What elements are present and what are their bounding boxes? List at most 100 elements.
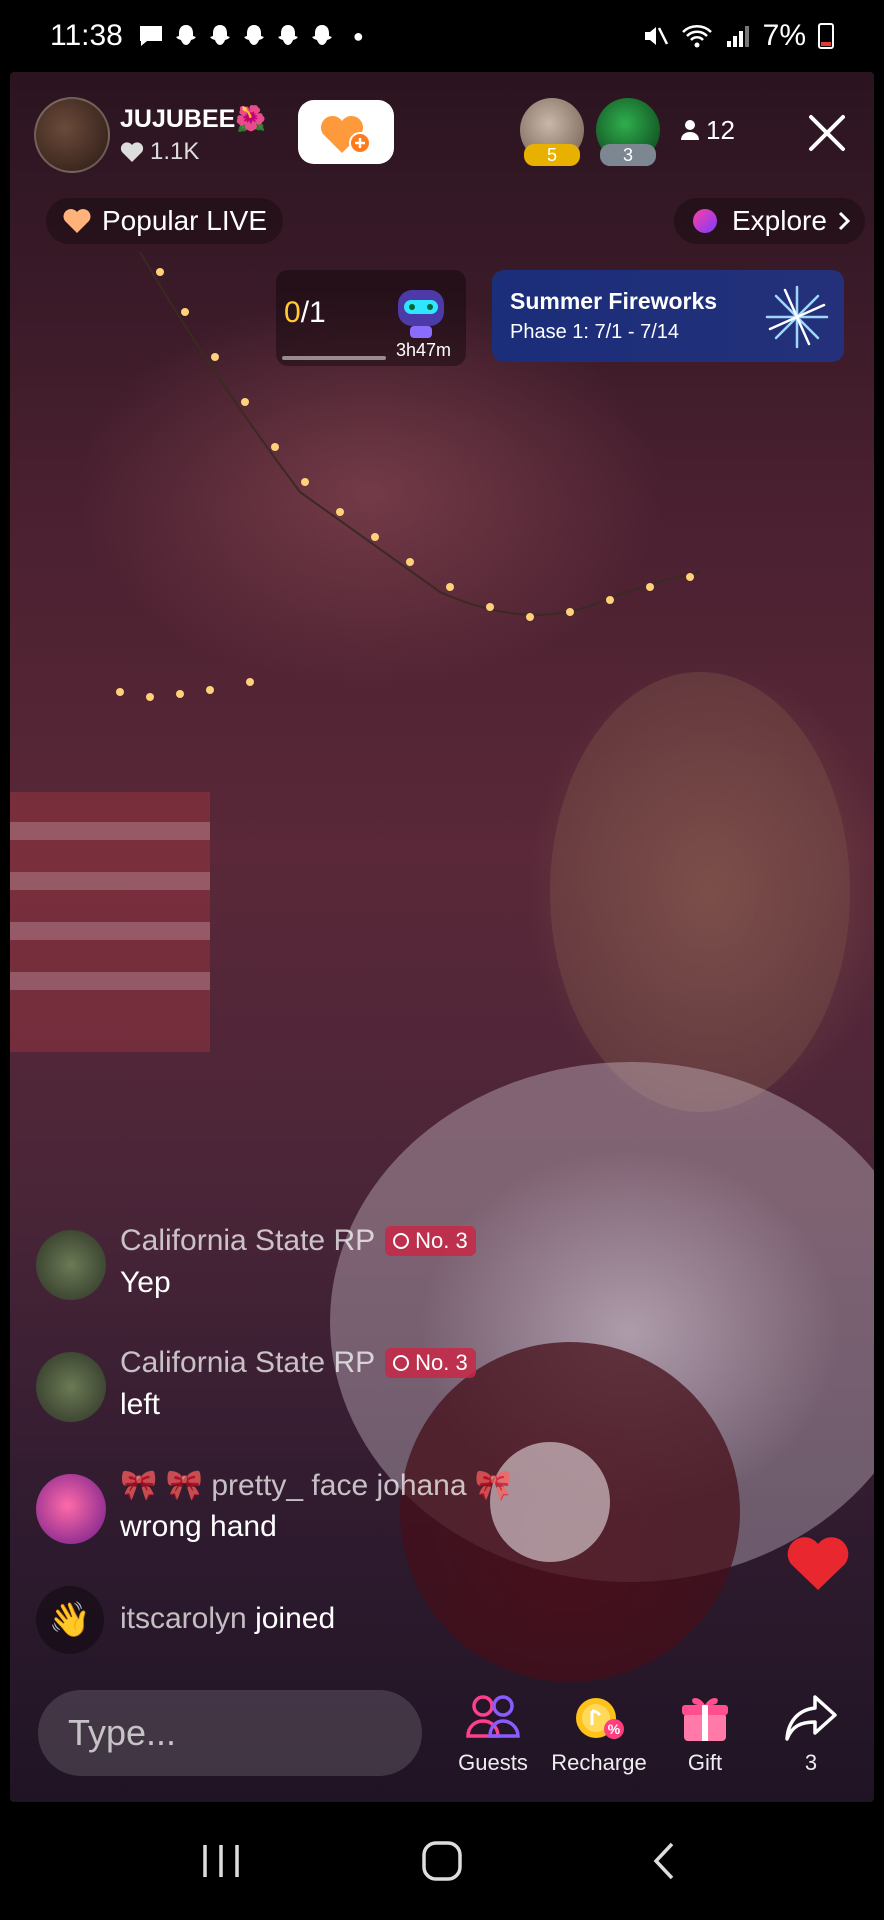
gift-button[interactable]: Gift [652,1690,758,1776]
guests-button[interactable]: Guests [440,1690,546,1776]
comment-username[interactable]: California State RP [120,1224,375,1258]
viewer-count-number: 12 [706,114,735,145]
host-likes-count: 1.1K [150,137,200,165]
host-name: JUJUBEE [120,104,236,133]
snapchat-icon [311,25,332,45]
comment-text: wrong hand [120,1510,277,1543]
chat-icon [139,26,162,46]
more-notifications-dot: ● [352,25,364,46]
host-info[interactable]: JUJUBEE🌺 1.1K [34,94,266,176]
close-icon [809,115,845,151]
heart-icon [120,141,144,162]
host-name-emoji: 🌺 [235,104,267,133]
comment-user-row: California State RP No. 3 [120,1224,476,1258]
popular-live-button[interactable]: Popular LIVE [46,198,283,244]
gift-label: Gift [687,1750,723,1775]
comment-username[interactable]: 🎀 🎀 pretty_ face johana 🎀 [120,1468,512,1503]
recharge-button[interactable]: % Recharge [546,1690,652,1776]
home-icon [422,1841,462,1881]
back-chevron-icon [653,1842,674,1880]
joined-label: joined [255,1602,336,1635]
rank-medal-icon [393,1355,410,1371]
robot-mascot-icon [398,290,444,338]
planet-icon [693,209,717,233]
quest-progress: 0/1 [284,296,326,330]
share-count: 3 [804,1750,818,1775]
battery-icon [818,23,834,49]
wifi-icon [681,25,712,48]
explore-button[interactable]: Explore [674,198,865,244]
snapchat-icon [175,25,196,45]
rank-badge-text: No. 3 [415,1350,468,1375]
follow-heart-plus-icon [320,115,371,154]
share-button[interactable]: 3 [758,1690,864,1776]
comment-username[interactable]: California State RP [120,1346,375,1380]
comment-text: left [120,1388,161,1421]
recent-apps-button[interactable] [181,1821,261,1901]
gift-icon [682,1698,728,1741]
coin-icon: % [576,1698,624,1739]
quest-progress-total: /1 [300,296,326,329]
system-nav-bar [0,1802,884,1920]
signal-icon [726,26,749,47]
quest-progress-bar [282,356,386,360]
floating-heart-icon [787,1537,849,1590]
summer-fireworks-banner[interactable]: Summer Fireworks Phase 1: 7/1 - 7/14 [492,270,844,362]
rank-badge: No. 3 [385,1348,476,1378]
status-time: 11:38 [50,19,123,52]
follow-button[interactable] [298,100,394,164]
chevron-right-icon [838,211,851,231]
snapchat-icon [277,25,298,45]
comment-item[interactable]: California State RP No. 3 left [36,1338,596,1460]
top-viewer-1[interactable]: 5 [520,98,584,166]
host-name-row: JUJUBEE🌺 [120,105,266,134]
comment-input-placeholder: Type... [68,1712,177,1753]
join-text-row: itscarolyn joined [120,1602,335,1636]
rank-badge: No. 3 [385,1226,476,1256]
wave-hand-icon: 👋 [36,1586,104,1654]
rank-medal-icon [393,1233,410,1249]
notification-icons: ● [137,23,364,49]
comment-user-row: 🎀 🎀 pretty_ face johana 🎀 [120,1468,512,1503]
recent-apps-icon [202,1845,239,1877]
comment-item[interactable]: 🎀 🎀 pretty_ face johana 🎀 wrong hand [36,1460,596,1582]
guests-label: Guests [458,1750,528,1775]
recharge-label: Recharge [551,1750,647,1775]
guests-icon [466,1695,520,1738]
fireworks-icon [765,285,829,349]
commenter-avatar[interactable] [36,1352,106,1422]
comment-text: Yep [120,1266,171,1299]
quest-progress-done: 0 [284,296,301,329]
commenter-avatar[interactable] [36,1474,106,1544]
join-notice: 👋 itscarolyn joined [36,1586,596,1656]
bottom-action-bar: Guests % Recharge Gift 3 [440,1690,864,1776]
host-avatar[interactable] [34,97,110,173]
top-viewer-2[interactable]: 3 [596,98,660,166]
status-bar: 11:38 ● 7% [0,0,884,72]
share-arrow-icon [785,1695,837,1741]
daily-quest-widget[interactable]: 0/1 3h47m [276,270,466,366]
snapchat-icon [243,25,264,45]
snapchat-icon [209,25,230,45]
joined-username[interactable]: itscarolyn [120,1602,247,1635]
home-button[interactable] [402,1821,482,1901]
top-viewer-1-rank: 5 [524,144,580,166]
comment-input[interactable]: Type... [38,1690,422,1776]
comment-item[interactable]: California State RP No. 3 Yep [36,1216,596,1338]
host-likes-row: 1.1K [120,138,266,166]
viewer-count[interactable]: 12 [680,115,735,146]
back-button[interactable] [623,1821,703,1901]
comment-feed[interactable]: California State RP No. 3 Yep California… [36,1216,596,1656]
comment-user-row: California State RP No. 3 [120,1346,476,1380]
top-viewers[interactable]: 5 3 12 [520,98,735,166]
rank-badge-text: No. 3 [415,1228,468,1253]
mute-icon [644,27,668,45]
explore-label: Explore [732,205,827,236]
close-button[interactable] [800,106,854,160]
top-viewer-2-rank: 3 [600,144,656,166]
battery-percent: 7% [762,19,806,52]
orange-heart-icon [63,209,91,233]
commenter-avatar[interactable] [36,1230,106,1300]
svg-text:%: % [608,1721,621,1737]
quest-timer: 3h47m [396,340,452,360]
